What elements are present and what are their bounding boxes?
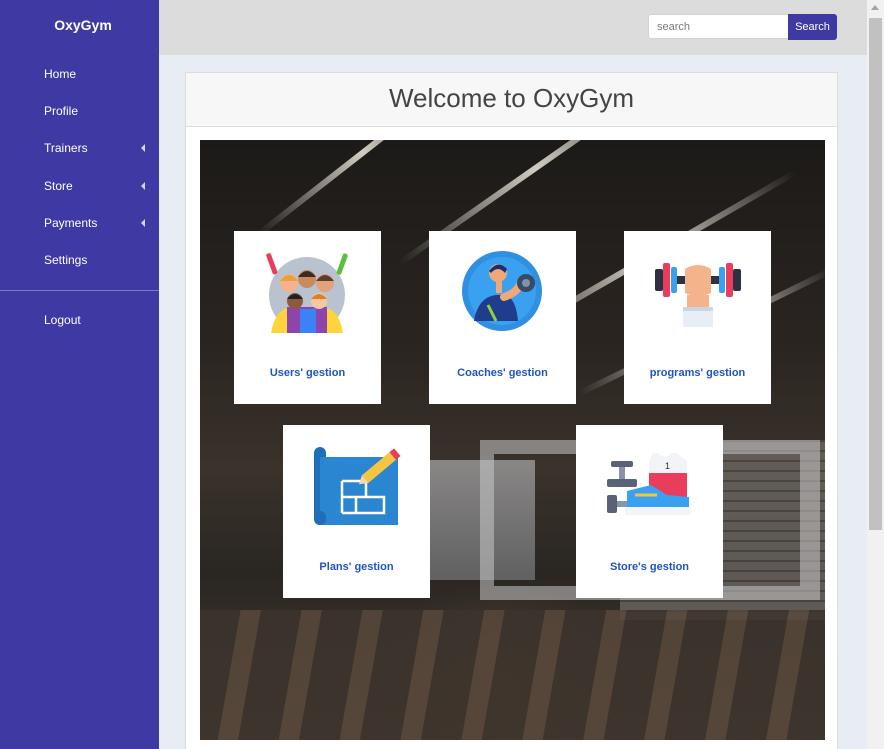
page-title: Welcome to OxyGym (388, 83, 635, 113)
sidebar-item-trainers[interactable]: Trainers (0, 132, 159, 164)
sidebar-item-payments[interactable]: Payments (0, 207, 159, 239)
brand-logo[interactable]: OxyGym (0, 17, 166, 33)
sidebar-divider (0, 290, 159, 291)
svg-text:1: 1 (665, 461, 670, 471)
tile-users-gestion[interactable]: Users' gestion (234, 231, 381, 404)
tile-programs-gestion[interactable]: programs' gestion (624, 231, 771, 404)
sidebar-item-store[interactable]: Store (0, 170, 159, 202)
sidebar-item-logout[interactable]: Logout (0, 304, 159, 336)
tile-store-gestion[interactable]: 1 Store's gestion (576, 425, 723, 598)
sidebar-item-label: Payments (44, 216, 98, 230)
tile-label: Users' gestion (269, 367, 346, 379)
sidebar-item-profile[interactable]: Profile (0, 95, 159, 127)
caret-left-icon (141, 182, 145, 190)
sidebar-item-settings[interactable]: Settings (0, 244, 159, 276)
sidebar-item-home[interactable]: Home (0, 58, 159, 90)
sidebar-item-label: Store (44, 179, 73, 193)
gym-floor (200, 610, 825, 740)
blueprint-pencil-icon (314, 447, 401, 525)
top-bar: Search (159, 0, 867, 55)
search-button[interactable]: Search (788, 14, 837, 40)
tile-label: Plans' gestion (319, 561, 394, 573)
page-scrollbar[interactable] (867, 0, 884, 749)
tile-coaches-gestion[interactable]: Coaches' gestion (429, 231, 576, 404)
sidebar: OxyGym Home Profile Trainers Store Payme… (0, 0, 159, 749)
sidebar-item-label: Trainers (44, 141, 88, 155)
caret-left-icon (141, 219, 145, 227)
sidebar-item-label: Home (44, 67, 77, 81)
scroll-thumb[interactable] (869, 18, 882, 530)
store-sport-items-icon: 1 (607, 453, 691, 515)
tile-label: Store's gestion (609, 561, 690, 573)
scroll-up-arrow-icon[interactable] (871, 5, 879, 10)
card-header: Welcome to OxyGym (186, 73, 837, 127)
tile-label: programs' gestion (649, 367, 746, 379)
coach-dumbbell-icon (462, 251, 542, 331)
lifting-dumbbell-icon (655, 263, 741, 327)
search-input[interactable] (648, 14, 789, 39)
sidebar-item-label: Logout (44, 313, 81, 327)
ceiling-light-beam (258, 140, 467, 236)
sidebar-item-label: Settings (44, 253, 88, 267)
caret-left-icon (141, 144, 145, 152)
users-group-icon (266, 253, 348, 333)
sidebar-item-label: Profile (44, 104, 79, 118)
tile-label: Coaches' gestion (457, 367, 548, 379)
tile-plans-gestion[interactable]: Plans' gestion (283, 425, 430, 598)
